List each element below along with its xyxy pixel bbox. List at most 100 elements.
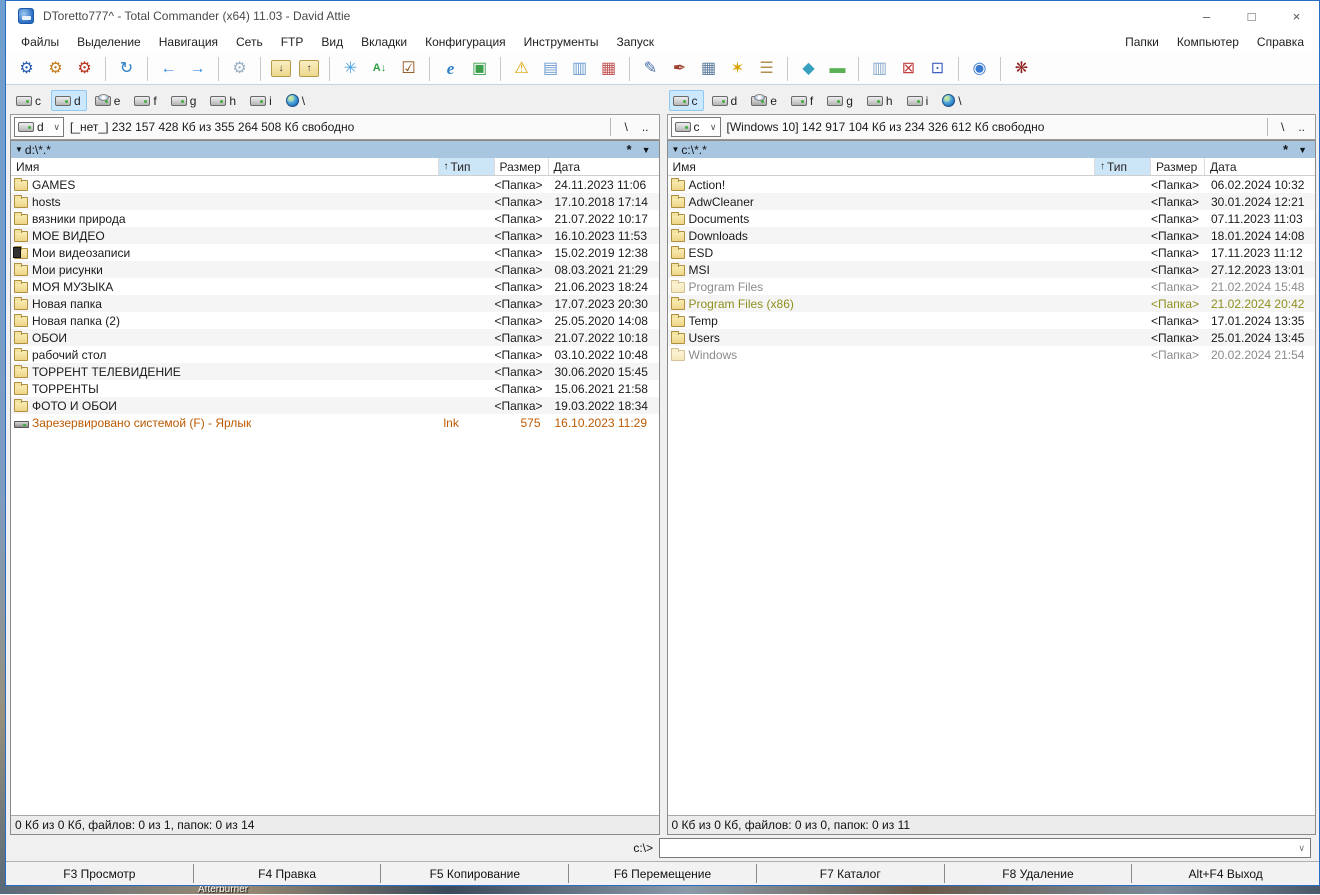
file-row[interactable]: Downloads <Папка> 18.01.2024 14:08 (667, 227, 1315, 244)
file-row[interactable]: Windows <Папка> 20.02.2024 21:54 (668, 346, 1316, 363)
pack-files-icon[interactable]: ↓ (271, 60, 291, 77)
file-row[interactable]: Новая папка <Папка> 17.07.2023 20:30 (11, 295, 659, 312)
sort-az-icon[interactable]: A↓ (366, 56, 393, 82)
file-row[interactable]: Program Files <Папка> 21.02.2024 15:48 (668, 278, 1316, 295)
verify-checklist-icon[interactable]: ☑ (395, 56, 422, 82)
menu-item-files[interactable]: Файлы (12, 33, 68, 51)
new-document-icon[interactable]: ✶ (724, 56, 751, 82)
favorites-star-icon[interactable]: * (1283, 142, 1288, 157)
network-computer-icon[interactable]: ▣ (466, 56, 493, 82)
drive-button-g-left[interactable]: g (167, 90, 203, 111)
calculator-icon[interactable]: ▦ (695, 56, 722, 82)
file-row[interactable]: ESD <Папка> 17.11.2023 11:12 (668, 244, 1316, 261)
file-row[interactable]: AdwCleaner <Папка> 30.01.2024 12:21 (667, 193, 1315, 210)
history-dropdown-icon[interactable]: ▼ (1298, 145, 1307, 155)
file-row[interactable]: ТОРРЕНТ ТЕЛЕВИДЕНИЕ <Папка> 30.06.2020 15:… (11, 363, 659, 380)
spray-debug-icon[interactable]: ❋ (1008, 56, 1035, 82)
file-row[interactable]: Мои рисунки <Папка> 08.03.2021 21:29 (11, 261, 659, 278)
cd-disc-icon[interactable]: ◉ (966, 56, 993, 82)
refresh-icon[interactable]: ↻ (113, 56, 140, 82)
path-bar-left[interactable]: ▼ d:\*.* * ▼ (11, 141, 659, 158)
path-dropdown-icon[interactable]: ▼ (15, 145, 23, 154)
network-root-button-left[interactable]: \ (282, 90, 311, 111)
file-row[interactable]: МОЯ МУЗЫКА <Папка> 21.06.2023 18:24 (11, 278, 659, 295)
box-3d-icon[interactable]: ◆ (795, 56, 822, 82)
file-row[interactable]: Зарезервировано системой (F) - Ярлык lnk 5… (11, 414, 659, 431)
file-row[interactable]: ОБОИ <Папка> 21.07.2022 10:18 (11, 329, 659, 346)
file-row[interactable]: hosts <Папка> 17.10.2018 17:14 (11, 193, 659, 210)
file-row[interactable]: рабочий стол <Папка> 03.10.2022 10:48 (11, 346, 659, 363)
image-icon[interactable]: ▥ (866, 56, 893, 82)
script-icon[interactable]: ☰ (753, 56, 780, 82)
drive-button-f-left[interactable]: f (130, 90, 162, 111)
file-row[interactable]: Documents <Папка> 07.11.2023 11:03 (668, 210, 1316, 227)
settings-gear-orange-icon[interactable]: ⚙ (42, 56, 69, 82)
paint-brushes-icon[interactable]: ✒ (666, 56, 693, 82)
history-dropdown-icon[interactable]: ▼ (642, 145, 651, 155)
file-row[interactable]: вязники природа <Папка> 21.07.2022 10:17 (11, 210, 659, 227)
column-name[interactable]: Имя (668, 158, 1095, 175)
menu-item-view[interactable]: Вид (312, 33, 352, 51)
menu-item-selection[interactable]: Выделение (68, 33, 150, 51)
column-size[interactable]: Размер (495, 158, 549, 175)
drive-button-e-left[interactable]: e (91, 90, 127, 111)
column-date[interactable]: Дата (1205, 158, 1315, 175)
unpack-files-icon[interactable]: ↑ (299, 60, 319, 77)
file-row[interactable]: Action! <Папка> 06.02.2024 10:32 (668, 176, 1316, 193)
drive-combo-right[interactable]: c ∨ (670, 117, 721, 137)
file-row[interactable]: Мои видеозаписи <Папка> 15.02.2019 12:38 (11, 244, 659, 261)
drive-button-i-right[interactable]: i (903, 90, 935, 111)
menu-item-help[interactable]: Справка (1248, 33, 1313, 51)
column-type[interactable]: ↑ Тип (438, 158, 495, 175)
drive-button-e-right[interactable]: e (747, 90, 783, 111)
close-button[interactable]: × (1274, 1, 1319, 31)
notepad-icon[interactable]: ✎ (637, 56, 664, 82)
column-type[interactable]: ↑ Тип (1095, 158, 1151, 175)
settings-gear-red-icon[interactable]: ⚙ (71, 56, 98, 82)
root-dir-button-left[interactable]: \ (617, 120, 634, 134)
color-tiles-icon[interactable]: ▦ (595, 56, 622, 82)
drive-button-i-left[interactable]: i (246, 90, 278, 111)
image-search-icon[interactable]: ⊡ (924, 56, 951, 82)
fkey-f8-delete[interactable]: F8 Удаление (945, 862, 1132, 885)
drive-button-f-right[interactable]: f (787, 90, 819, 111)
menu-item-computer[interactable]: Компьютер (1168, 33, 1248, 51)
drive-button-d-right[interactable]: d (708, 90, 744, 111)
parent-dir-button-right[interactable]: .. (1291, 120, 1312, 134)
forward-icon[interactable]: → (184, 56, 211, 82)
file-row[interactable]: Program Files (x86) <Папка> 21.02.2024 20:… (667, 295, 1315, 312)
drive-button-d-left[interactable]: d (51, 90, 87, 111)
menu-item-configuration[interactable]: Конфигурация (416, 33, 515, 51)
fkey-f6-move[interactable]: F6 Перемещение (569, 862, 756, 885)
favorites-star-icon[interactable]: * (627, 142, 632, 157)
column-name[interactable]: Имя (11, 158, 439, 175)
back-icon[interactable]: ← (155, 56, 182, 82)
column-date[interactable]: Дата (549, 158, 659, 175)
minimize-button[interactable]: – (1184, 1, 1229, 31)
menu-item-tabs[interactable]: Вкладки (352, 33, 416, 51)
file-row[interactable]: MSI <Папка> 27.12.2023 13:01 (667, 261, 1315, 278)
doc-preview-icon[interactable]: ▤ (537, 56, 564, 82)
fkey-alt-f4-exit[interactable]: Alt+F4 Выход (1132, 862, 1319, 885)
app-icon[interactable] (18, 8, 34, 24)
menu-item-run[interactable]: Запуск (608, 33, 664, 51)
menu-item-tools[interactable]: Инструменты (515, 33, 608, 51)
menu-item-net[interactable]: Сеть (227, 33, 272, 51)
image-delete-icon[interactable]: ⊠ (895, 56, 922, 82)
fkey-f7-mkdir[interactable]: F7 Каталог (757, 862, 944, 885)
file-row[interactable]: Temp <Папка> 17.01.2024 13:35 (668, 312, 1316, 329)
drive-combo-left[interactable]: d ∨ (14, 117, 64, 137)
fkey-f5-copy[interactable]: F5 Копирование (381, 862, 568, 885)
path-bar-right[interactable]: ▼ c:\*.* * ▼ (667, 141, 1315, 158)
file-row[interactable]: Новая папка (2) <Папка> 25.05.2020 14:08 (11, 312, 659, 329)
file-row[interactable]: Users <Папка> 25.01.2024 13:45 (667, 329, 1315, 346)
drive-button-h-right[interactable]: h (863, 90, 899, 111)
column-size[interactable]: Размер (1151, 158, 1205, 175)
file-row[interactable]: GAMES <Папка> 24.11.2023 11:06 (11, 176, 659, 193)
file-row[interactable]: МОЕ ВИДЕО <Папка> 16.10.2023 11:53 (11, 227, 659, 244)
root-dir-button-right[interactable]: \ (1274, 120, 1291, 134)
drive-button-h-left[interactable]: h (206, 90, 242, 111)
menu-item-navigation[interactable]: Навигация (150, 33, 227, 51)
network-root-button-right[interactable]: \ (938, 90, 967, 111)
fkey-f4-edit[interactable]: F4 Правка (194, 862, 381, 885)
